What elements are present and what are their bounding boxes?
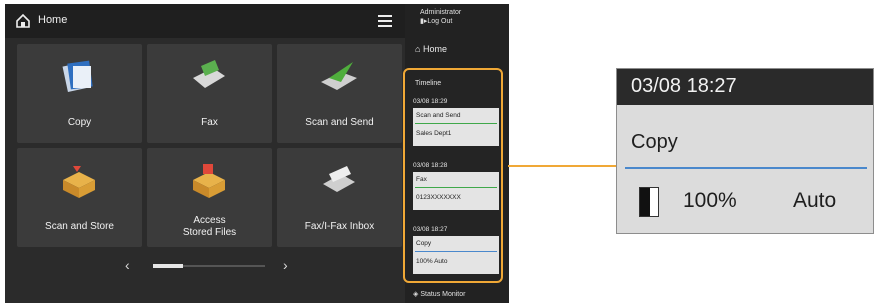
inbox-icon bbox=[323, 166, 355, 192]
zoom-mode: Auto bbox=[793, 189, 837, 212]
job-name: Fax bbox=[416, 176, 427, 183]
timeline-panel: Timeline 03/08 18:29 Scan and Send Sales… bbox=[403, 68, 503, 283]
job-detail: 0123XXXXXXX bbox=[416, 194, 461, 201]
timeline-job[interactable]: 03/08 18:29 Scan and Send Sales Dept1 bbox=[413, 98, 499, 146]
zoom-ratio: 100% bbox=[683, 189, 737, 212]
timeline-job[interactable]: 03/08 18:28 Fax 0123XXXXXXX bbox=[413, 162, 499, 210]
copy-icon bbox=[62, 60, 93, 93]
zoom-color-bar bbox=[625, 167, 867, 169]
logout-link[interactable]: ▮▸Log Out bbox=[420, 17, 461, 26]
job-card[interactable]: Scan and Send Sales Dept1 bbox=[413, 108, 499, 146]
callout-connector bbox=[508, 165, 616, 167]
timeline-job[interactable]: 03/08 18:27 Copy 100% Auto bbox=[413, 226, 499, 274]
job-color-bar bbox=[415, 251, 497, 252]
next-page-button[interactable]: › bbox=[283, 257, 288, 273]
copy-mode-icon bbox=[639, 187, 659, 217]
status-monitor-icon: ◈ bbox=[413, 291, 419, 298]
page-title: Home bbox=[38, 14, 68, 26]
zoomed-job-card: 03/08 18:27 Copy 100% Auto bbox=[616, 68, 874, 234]
logout-label: Log Out bbox=[427, 18, 453, 25]
tile-label: Access Stored Files bbox=[182, 215, 237, 238]
job-time: 03/08 18:29 bbox=[413, 98, 448, 105]
page-thumb bbox=[153, 264, 183, 268]
job-name: Copy bbox=[416, 240, 432, 247]
inbox-tile[interactable]: Fax/I-Fax Inbox bbox=[277, 148, 402, 247]
tile-label: Fax/I-Fax Inbox bbox=[304, 221, 375, 232]
status-monitor-button[interactable]: ◈ Status Monitor bbox=[413, 290, 465, 298]
tile-label: Scan and Send bbox=[305, 117, 374, 128]
tile-label: Scan and Store bbox=[45, 221, 114, 232]
zoom-time: 03/08 18:27 bbox=[631, 75, 737, 97]
scan-send-icon bbox=[321, 62, 357, 90]
fax-tile[interactable]: Fax bbox=[147, 44, 272, 143]
job-color-bar bbox=[415, 123, 497, 124]
stored-files-icon bbox=[193, 164, 225, 198]
home-label: Home bbox=[422, 44, 447, 54]
zoom-job-name: Copy bbox=[631, 131, 678, 153]
timeline-title: Timeline bbox=[415, 80, 442, 87]
scan-send-tile[interactable]: Scan and Send bbox=[277, 44, 402, 143]
job-detail: Sales Dept1 bbox=[416, 130, 452, 137]
job-name: Scan and Send bbox=[416, 112, 461, 119]
home-button[interactable]: ⌂ Home bbox=[415, 44, 447, 54]
tile-label: Copy bbox=[67, 117, 92, 128]
top-bar: Home bbox=[5, 4, 405, 38]
home-icon: ⌂ bbox=[415, 44, 421, 54]
user-name: Administrator bbox=[420, 9, 462, 16]
user-block[interactable]: Administrator ▮▸Log Out bbox=[420, 8, 461, 26]
zoom-header: 03/08 18:27 bbox=[617, 69, 873, 105]
job-time: 03/08 18:28 bbox=[413, 162, 448, 169]
job-time: 03/08 18:27 bbox=[413, 226, 448, 233]
hamburger-icon[interactable] bbox=[377, 12, 393, 30]
scan-store-icon bbox=[63, 166, 95, 198]
copy-tile[interactable]: Copy bbox=[17, 44, 142, 143]
job-color-bar bbox=[415, 187, 497, 188]
job-detail: 100% Auto bbox=[416, 258, 448, 265]
home-icon bbox=[16, 13, 30, 28]
status-monitor-label: Status Monitor bbox=[420, 291, 466, 298]
scan-store-tile[interactable]: Scan and Store bbox=[17, 148, 142, 247]
tile-label: Fax bbox=[201, 117, 218, 128]
fax-icon bbox=[193, 60, 225, 88]
page-indicator: ‹ › bbox=[125, 257, 305, 273]
stored-files-tile[interactable]: Access Stored Files bbox=[147, 148, 272, 247]
job-card[interactable]: Fax 0123XXXXXXX bbox=[413, 172, 499, 210]
prev-page-button[interactable]: ‹ bbox=[125, 257, 130, 273]
job-card[interactable]: Copy 100% Auto bbox=[413, 236, 499, 274]
